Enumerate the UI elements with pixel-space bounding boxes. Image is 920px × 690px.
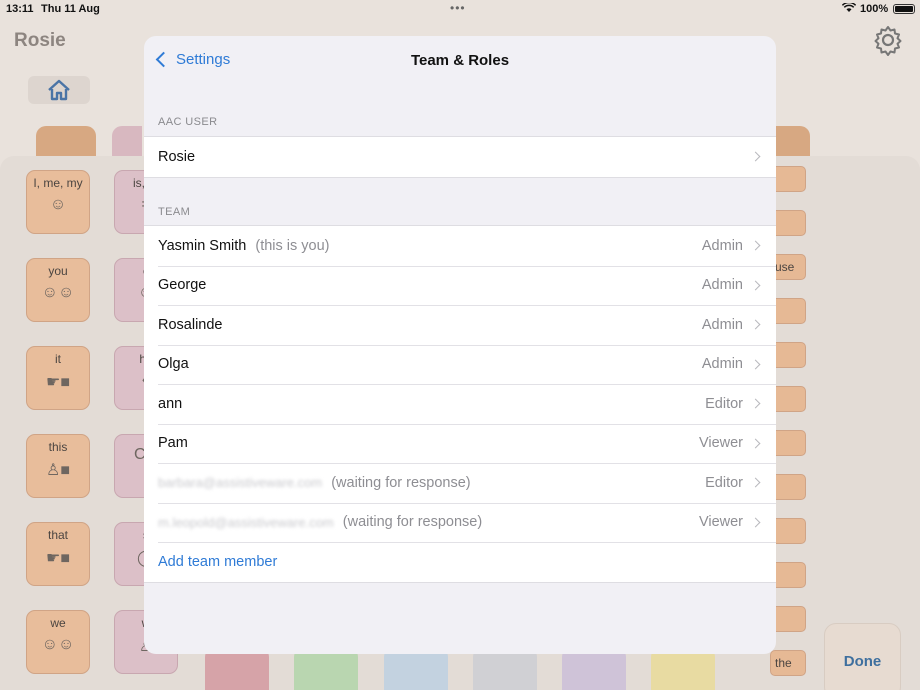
team-member-row[interactable]: Olga Admin <box>144 344 776 385</box>
vocab-cell-symbol-icon: ♙■ <box>45 462 70 479</box>
invite-status: (waiting for response) <box>342 514 483 531</box>
member-role: Admin <box>701 237 743 254</box>
member-role: Admin <box>701 277 743 294</box>
member-name: Yasmin Smith <box>158 237 247 254</box>
member-role: Editor <box>705 395 743 412</box>
vocab-cell: this ♙■ <box>26 434 90 498</box>
vocab-cell: the <box>770 650 806 676</box>
background-tab <box>36 126 96 158</box>
vocab-cell: I, me, my ☺ <box>26 170 90 234</box>
vocab-cell <box>651 648 715 690</box>
member-role: Viewer <box>698 514 743 531</box>
aac-user-row[interactable]: Rosie <box>144 137 776 177</box>
vocab-cell <box>562 648 626 690</box>
pending-invite-row[interactable]: barbara@assistiveware.com (waiting for r… <box>144 463 776 503</box>
member-name: Rosalinde <box>158 316 223 333</box>
chevron-right-icon <box>750 280 761 291</box>
wifi-icon <box>841 1 857 16</box>
team-member-row[interactable]: Pam Viewer <box>144 423 776 464</box>
member-name: Olga <box>158 356 189 373</box>
page-title: Team & Roles <box>410 52 510 69</box>
member-note: (this is you) <box>255 237 330 254</box>
aac-user-group: Rosie <box>144 136 776 178</box>
invite-email: barbara@assistiveware.com <box>158 475 323 491</box>
team-roles-sheet: Settings Team & Roles AAC USER Rosie TEA… <box>144 36 776 654</box>
chevron-right-icon <box>750 359 761 370</box>
invite-status: (waiting for response) <box>331 474 471 491</box>
member-role: Viewer <box>698 435 743 452</box>
member-name: Pam <box>158 435 188 452</box>
vocab-cell: we ☺☺ <box>26 610 90 674</box>
team-member-row[interactable]: Rosalinde Admin <box>144 305 776 345</box>
battery-icon <box>893 4 915 14</box>
vocab-cell-label: you <box>48 264 68 278</box>
vocab-cell-label: I, me, my <box>33 176 83 190</box>
chevron-right-icon <box>750 517 761 528</box>
done-button[interactable]: Done <box>824 623 901 690</box>
chevron-right-icon <box>750 477 761 488</box>
navigation-bar: Settings Team & Roles <box>144 36 776 86</box>
member-name: George <box>158 277 207 294</box>
member-role: Editor <box>705 474 743 491</box>
status-date: Thu 11 Aug <box>41 3 100 15</box>
gear-icon <box>872 24 904 56</box>
team-member-row[interactable]: George Admin <box>144 265 776 306</box>
chevron-right-icon <box>750 319 761 330</box>
vocab-cell-label: it <box>55 352 61 366</box>
vocab-cell: you ☺☺ <box>26 258 90 322</box>
add-team-member-button[interactable]: Add team member <box>144 542 776 582</box>
vocab-cell: it ☛■ <box>26 346 90 410</box>
team-member-row[interactable]: ann Editor <box>144 384 776 424</box>
chevron-right-icon <box>750 151 761 162</box>
vocab-cell-symbol-icon: ☺ <box>49 196 67 213</box>
vocab-cell <box>294 648 358 690</box>
vocab-cell-symbol-icon: ☺☺ <box>41 636 75 653</box>
vocab-cell <box>473 648 537 690</box>
section-header-aac-user: AAC USER <box>158 116 218 128</box>
background-tab <box>776 126 810 158</box>
status-time: 13:11 <box>6 3 34 15</box>
add-team-member-label: Add team member <box>158 553 278 570</box>
home-icon <box>28 76 90 104</box>
status-bar: 13:11 Thu 11 Aug ••• 100% <box>0 0 920 18</box>
pending-invite-row[interactable]: m.leopold@assistiveware.com (waiting for… <box>144 502 776 543</box>
background-tab <box>112 126 142 158</box>
team-member-row[interactable]: Yasmin Smith (this is you) Admin <box>144 226 776 266</box>
vocab-cell-symbol-icon: ☛■ <box>45 550 70 567</box>
vocab-cell: that ☛■ <box>26 522 90 586</box>
background-title: Rosie <box>14 30 66 51</box>
vocab-cell-symbol-icon: ☺☺ <box>41 284 75 301</box>
invite-email: m.leopold@assistiveware.com <box>158 514 334 530</box>
chevron-right-icon <box>750 398 761 409</box>
battery-percent: 100% <box>860 3 889 15</box>
section-header-team: TEAM <box>158 206 191 218</box>
team-group: Yasmin Smith (this is you) Admin George … <box>144 225 776 583</box>
chevron-right-icon <box>750 438 761 449</box>
stop-sign-cell <box>205 648 269 690</box>
member-name: ann <box>158 395 183 412</box>
member-role: Admin <box>701 356 743 373</box>
vocab-cell-label: we <box>50 616 66 630</box>
aac-user-name: Rosie <box>158 148 196 165</box>
member-role: Admin <box>701 316 743 333</box>
multitask-dots-icon[interactable]: ••• <box>450 1 466 15</box>
vocab-cell-label: that <box>47 528 68 542</box>
vocab-cell-label: this <box>48 440 68 454</box>
vocab-cell <box>384 648 448 690</box>
vocab-cell-symbol-icon: ☛■ <box>45 374 70 391</box>
chevron-right-icon <box>750 240 761 251</box>
